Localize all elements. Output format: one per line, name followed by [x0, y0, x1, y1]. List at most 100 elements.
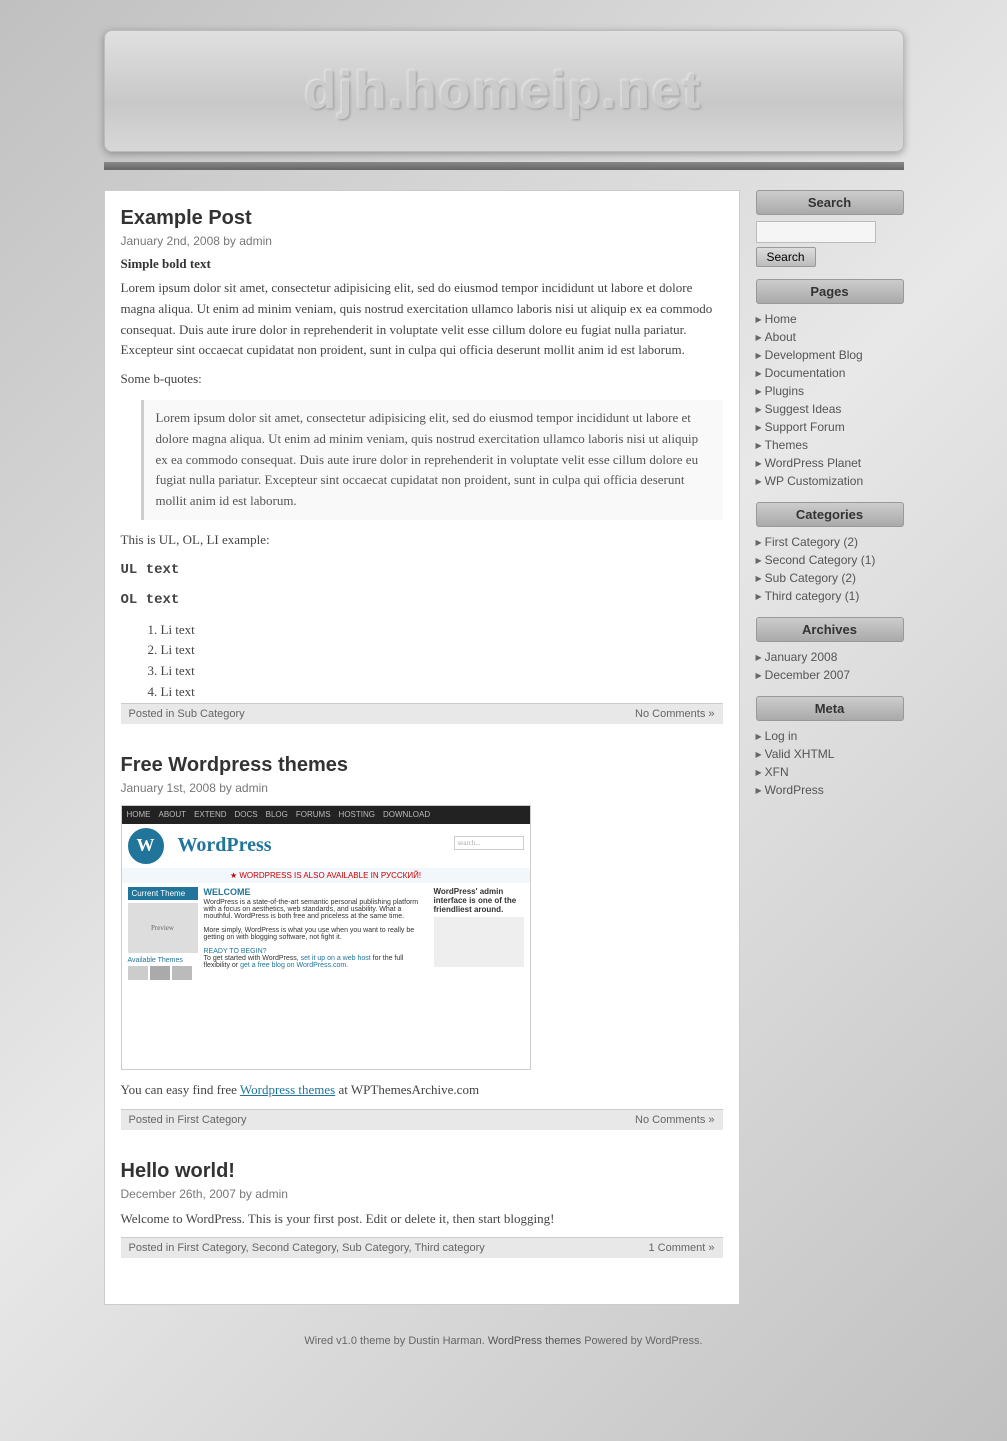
wordpress-themes-link[interactable]: Wordpress themes — [240, 1082, 335, 1097]
wp-text-after: at WPThemesArchive.com — [339, 1082, 480, 1097]
pages-devblog-link[interactable]: Development Blog — [756, 348, 904, 362]
dec2007-link[interactable]: December 2007 — [756, 668, 904, 682]
sidebar-search-header: Search — [756, 190, 904, 215]
sidebar-item-devblog[interactable]: Development Blog — [756, 346, 904, 364]
post-content-hello: Welcome to WordPress. This is your first… — [121, 1209, 723, 1230]
sidebar-item-suggest[interactable]: Suggest Ideas — [756, 400, 904, 418]
post-meta-wp: January 1st, 2008 by admin — [121, 781, 723, 795]
sidebar-item-support[interactable]: Support Forum — [756, 418, 904, 436]
post-title-example[interactable]: Example Post — [121, 207, 723, 230]
pages-plugins-link[interactable]: Plugins — [756, 384, 904, 398]
sidebar-meta-header: Meta — [756, 696, 904, 721]
wp-theme-preview: Preview — [128, 903, 198, 953]
wp-nav-blog: BLOG — [266, 810, 288, 819]
post-footer-hello: Posted in First Category, Second Categor… — [121, 1237, 723, 1258]
site-title[interactable]: djh.homeip.net — [125, 61, 883, 121]
sidebar-item-plugins[interactable]: Plugins — [756, 382, 904, 400]
xfn-link[interactable]: XFN — [756, 765, 904, 779]
wp-thumb1 — [128, 966, 148, 980]
wp-nav-extend: EXTEND — [194, 810, 226, 819]
sidebar-item-themes[interactable]: Themes — [756, 436, 904, 454]
sidebar-item-dec2007[interactable]: December 2007 — [756, 666, 904, 684]
pages-wpplanet-link[interactable]: WordPress Planet — [756, 456, 904, 470]
pages-docs-link[interactable]: Documentation — [756, 366, 904, 380]
sidebar-item-xhtml[interactable]: Valid XHTML — [756, 745, 904, 763]
post-comments-hello[interactable]: 1 Comment » — [648, 1242, 714, 1254]
sidebar-item-third-cat[interactable]: Third category (1) — [756, 587, 904, 605]
sidebar-item-home[interactable]: Home — [756, 310, 904, 328]
wp-right-col: WordPress' admin interface is one of the… — [434, 887, 524, 980]
sidebar-item-wpplanet[interactable]: WordPress Planet — [756, 454, 904, 472]
sidebar-item-first-cat[interactable]: First Category (2) — [756, 533, 904, 551]
wp-ready-text: To get started with WordPress, set it up… — [204, 955, 428, 969]
pages-suggest-link[interactable]: Suggest Ideas — [756, 402, 904, 416]
wp-theme-thumbs — [128, 966, 198, 980]
wp-admin-label: WordPress' admin interface is one of the… — [434, 887, 524, 914]
sidebar-item-docs[interactable]: Documentation — [756, 364, 904, 382]
post-title-wp[interactable]: Free Wordpress themes — [121, 754, 723, 777]
header-box: djh.homeip.net — [104, 30, 904, 152]
list-item: Li text — [161, 640, 723, 661]
post-content-wp: You can easy find free Wordpress themes … — [121, 1080, 723, 1101]
pages-themes-link[interactable]: Themes — [756, 438, 904, 452]
post-wp-themes: Free Wordpress themes January 1st, 2008 … — [121, 754, 723, 1140]
post-comments-wp[interactable]: No Comments » — [635, 1114, 714, 1126]
categories-list: First Category (2) Second Category (1) S… — [756, 533, 904, 605]
wp-left-col: Current Theme Preview Available Themes — [128, 887, 198, 980]
ul-label: UL text — [121, 559, 723, 581]
wp-screenshot-inner: HOME ABOUT EXTEND DOCS BLOG FORUMS HOSTI… — [122, 806, 530, 1069]
xhtml-link[interactable]: Valid XHTML — [756, 747, 904, 761]
sidebar-item-about[interactable]: About — [756, 328, 904, 346]
pages-about-link[interactable]: About — [756, 330, 904, 344]
sidebar-item-sub-cat[interactable]: Sub Category (2) — [756, 569, 904, 587]
post-title-hello[interactable]: Hello world! — [121, 1160, 723, 1183]
wp-lang-notice: ★ WORDPRESS IS ALSO AVAILABLE IN РУССКИЙ… — [122, 868, 530, 883]
wp-logo-row: W WordPress search... — [122, 824, 530, 868]
sidebar-item-second-cat[interactable]: Second Category (1) — [756, 551, 904, 569]
sidebar-item-jan2008[interactable]: January 2008 — [756, 648, 904, 666]
wordpress-link[interactable]: WordPress — [756, 783, 904, 797]
nav-bar — [104, 162, 904, 170]
pages-wpcust-link[interactable]: WP Customization — [756, 474, 904, 488]
footer-powered: Powered by WordPress. — [584, 1335, 702, 1347]
sidebar-item-xfn[interactable]: XFN — [756, 763, 904, 781]
wordpress-screenshot: HOME ABOUT EXTEND DOCS BLOG FORUMS HOSTI… — [121, 805, 531, 1070]
post-meta-example: January 2nd, 2008 by admin — [121, 234, 723, 248]
wp-content-area: Current Theme Preview Available Themes — [122, 883, 530, 984]
wp-nav-about: ABOUT — [159, 810, 187, 819]
second-category-link[interactable]: Second Category (1) — [756, 553, 904, 567]
search-input[interactable] — [756, 221, 876, 243]
wp-nav-home: HOME — [127, 810, 151, 819]
wp-welcome-text: WordPress is a state-of-the-art semantic… — [204, 899, 428, 920]
third-category-link[interactable]: Third category (1) — [756, 589, 904, 603]
main-content: Example Post January 2nd, 2008 by admin … — [104, 190, 740, 1305]
sidebar-archives-box: Archives January 2008 December 2007 — [756, 617, 904, 684]
sidebar-item-wordpress[interactable]: WordPress — [756, 781, 904, 799]
footer-wp-themes-link[interactable]: WordPress themes — [488, 1335, 581, 1347]
wp-nav-download: DOWNLOAD — [383, 810, 430, 819]
wp-ready-begin: READY TO BEGIN? — [204, 948, 428, 955]
wp-logo-circle: W — [128, 828, 164, 864]
footer-wired: Wired v1.0 — [304, 1335, 357, 1347]
post-example-post: Example Post January 2nd, 2008 by admin … — [121, 207, 723, 734]
list-item: Li text — [161, 661, 723, 682]
wp-nav-docs: DOCS — [235, 810, 258, 819]
pages-home-link[interactable]: Home — [756, 312, 904, 326]
sub-category-link[interactable]: Sub Category (2) — [756, 571, 904, 585]
footer-theme-by: theme by Dustin Harman. — [360, 1335, 485, 1347]
jan2008-link[interactable]: January 2008 — [756, 650, 904, 664]
meta-list: Log in Valid XHTML XFN WordPress — [756, 727, 904, 799]
pages-support-link[interactable]: Support Forum — [756, 420, 904, 434]
sidebar-item-login[interactable]: Log in — [756, 727, 904, 745]
sidebar-item-wpcust[interactable]: WP Customization — [756, 472, 904, 490]
wp-admin-preview — [434, 917, 524, 967]
wp-nav-hosting: HOSTING — [339, 810, 375, 819]
header: djh.homeip.net — [44, 0, 964, 180]
login-link[interactable]: Log in — [756, 729, 904, 743]
search-button[interactable]: Search — [756, 247, 816, 267]
post-content-example: Lorem ipsum dolor sit amet, consectetur … — [121, 278, 723, 703]
post-footer-example: Posted in Sub Category No Comments » — [121, 703, 723, 724]
first-category-link[interactable]: First Category (2) — [756, 535, 904, 549]
post-comments[interactable]: No Comments » — [635, 708, 714, 720]
wp-current-theme: Current Theme — [128, 887, 198, 900]
